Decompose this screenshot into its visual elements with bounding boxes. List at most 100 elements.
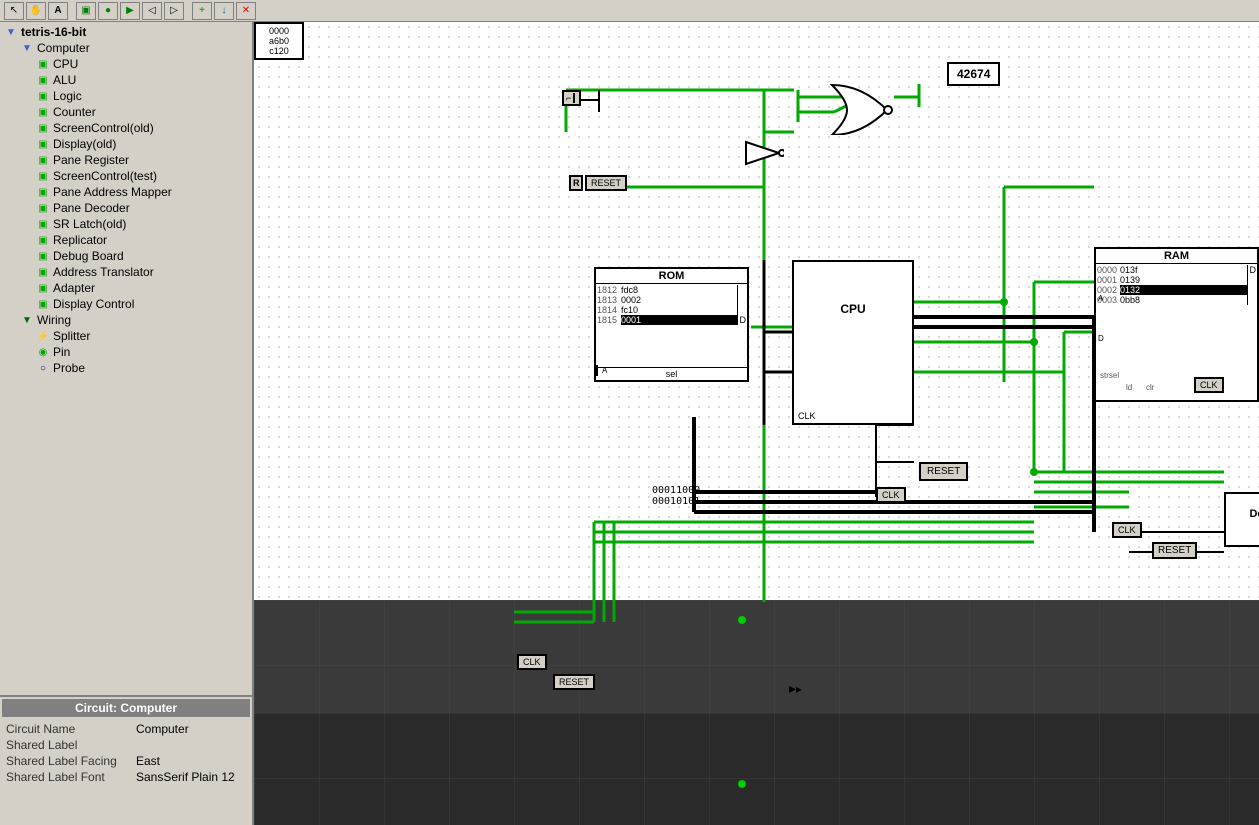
sidebar-label: SR Latch(old) [53,217,126,231]
clk-label-cpu[interactable]: CLK [876,487,906,503]
sidebar-label: Pane Address Mapper [53,185,172,199]
prop-label: Shared Label Font [6,770,136,784]
rewind-btn[interactable]: ◁ [142,2,162,20]
add-circuit-btn[interactable]: ▣ [76,2,96,20]
canvas-area[interactable]: 0000 a6b0 c120 42674 R RESET [254,22,1259,825]
reset-input-bottom[interactable]: RESET [553,674,595,690]
sidebar-label: Replicator [53,233,107,247]
sidebar-label: CPU [53,57,78,71]
sidebar-item-display[interactable]: ▣ Display(old) [34,136,250,152]
bits-display: 00011000 00010101 [652,485,700,507]
circuit-icon: ▣ [36,281,50,295]
value-display: 42674 [947,62,1000,86]
sidebar-label: ALU [53,73,76,87]
green-dot-2 [738,780,746,788]
sidebar-item-debug-board[interactable]: ▣ Debug Board [34,248,250,264]
save-btn[interactable]: + [192,2,212,20]
reset-btn-top[interactable]: R RESET [569,175,627,191]
sidebar-item-alu[interactable]: ▣ ALU [34,72,250,88]
or-gate [822,80,902,135]
clk-label-ram[interactable]: CLK [1194,377,1224,393]
circuit-icon: ▣ [36,169,50,183]
sidebar-label: Debug Board [53,249,124,263]
debug-board-box: Debug Board [1224,492,1259,547]
step-btn[interactable]: ▶ [120,2,140,20]
sidebar-label: Display(old) [53,137,116,151]
folder-icon: ▼ [20,41,34,55]
prop-value: Computer [136,722,189,736]
splitter-icon: ⚡ [36,329,50,343]
dark-overlay2 [254,713,1259,825]
prop-shared-label: Shared Label [2,737,250,753]
sidebar-item-splitter[interactable]: ⚡ Splitter [34,328,250,344]
sidebar-label: Wiring [37,313,71,327]
circuit-icon: ▣ [36,153,50,167]
sidebar-label: ScreenControl(old) [53,121,154,135]
circuit-canvas[interactable]: 0000 a6b0 c120 42674 R RESET [254,22,1259,825]
sidebar-tree: ▼ tetris-16-bit ▼ Computer ▣ CPU ▣ ALU ▣… [0,22,252,695]
sidebar-item-pin[interactable]: ◉ Pin [34,344,250,360]
sidebar-item-pane-register[interactable]: ▣ Pane Register [34,152,250,168]
load-btn[interactable]: ↓ [214,2,234,20]
sidebar-label: Splitter [53,329,90,343]
pointer-tool[interactable]: ↖ [4,2,24,20]
reset-btn-debug[interactable]: RESET [1152,542,1197,559]
sidebar-item-screencontrol-test[interactable]: ▣ ScreenControl(test) [34,168,250,184]
properties-title: Circuit: Computer [2,699,250,717]
circuit-icon: ▣ [36,185,50,199]
clk-input-bottom[interactable]: CLK [517,654,547,670]
sidebar-root[interactable]: ▼ tetris-16-bit [2,24,250,40]
circuit-icon: ▣ [36,57,50,71]
sidebar-item-cpu[interactable]: ▣ CPU [34,56,250,72]
main-area: ▼ tetris-16-bit ▼ Computer ▣ CPU ▣ ALU ▣… [0,22,1259,825]
sidebar-item-screencontrol[interactable]: ▣ ScreenControl(old) [34,120,250,136]
sidebar-item-display-control[interactable]: ▣ Display Control [34,296,250,312]
sidebar-item-counter[interactable]: ▣ Counter [34,104,250,120]
properties-panel: Circuit: Computer Circuit Name Computer … [0,695,252,825]
prop-label-font: Shared Label Font SansSerif Plain 12 [2,769,250,785]
text-tool[interactable]: A [48,2,68,20]
sidebar-label: Address Translator [53,265,154,279]
circuit-icon: ▣ [36,233,50,247]
prop-value: SansSerif Plain 12 [136,770,235,784]
circuit-icon: ▣ [36,201,50,215]
clk-input-top[interactable]: ⌐ [562,90,581,106]
prop-label: Shared Label Facing [6,754,136,768]
sidebar-label: Pin [53,345,70,359]
sidebar-root-label: tetris-16-bit [21,25,86,39]
sidebar-item-wiring[interactable]: ▼ Wiring [18,312,250,328]
run-btn[interactable]: ● [98,2,118,20]
circuit-icon: ▣ [36,105,50,119]
sidebar-item-probe[interactable]: ○ Probe [34,360,250,376]
folder-icon: ▼ [4,25,18,39]
clk-label-debug[interactable]: CLK [1112,522,1142,538]
folder-icon: ▼ [20,313,34,327]
hand-tool[interactable]: ✋ [26,2,46,20]
sidebar-label: Computer [37,41,90,55]
circuit-icon: ▣ [36,89,50,103]
sidebar-item-pane-addr[interactable]: ▣ Pane Address Mapper [34,184,250,200]
prop-label-facing: Shared Label Facing East [2,753,250,769]
forward-btn[interactable]: ▷ [164,2,184,20]
sidebar-item-logic[interactable]: ▣ Logic [34,88,250,104]
sidebar-label: Probe [53,361,85,375]
delete-btn[interactable]: ✕ [236,2,256,20]
cpu-box: CPU CLK [792,260,914,425]
circuit-icon: ▣ [36,249,50,263]
circuit-icon: ▣ [36,121,50,135]
circuit-icon: ▣ [36,217,50,231]
sidebar-item-sr-latch[interactable]: ▣ SR Latch(old) [34,216,250,232]
sidebar-item-adapter[interactable]: ▣ Adapter [34,280,250,296]
sidebar-item-addr-translator[interactable]: ▣ Address Translator [34,264,250,280]
sidebar-label: Pane Decoder [53,201,130,215]
counter-display: 0000 a6b0 c120 [254,22,304,60]
sidebar-item-pane-decoder[interactable]: ▣ Pane Decoder [34,200,250,216]
reset-btn-cpu[interactable]: RESET [919,462,968,481]
probe-icon: ○ [36,361,50,375]
toolbar: ↖ ✋ A ▣ ● ▶ ◁ ▷ + ↓ ✕ [0,0,1259,22]
ram-box: RAM 0000000100020003 013f0139 0132 0bb8 … [1094,247,1259,402]
green-dot-1 [738,616,746,624]
sidebar-item-replicator[interactable]: ▣ Replicator [34,232,250,248]
circuit-icon: ▣ [36,297,50,311]
sidebar-item-computer[interactable]: ▼ Computer [18,40,250,56]
